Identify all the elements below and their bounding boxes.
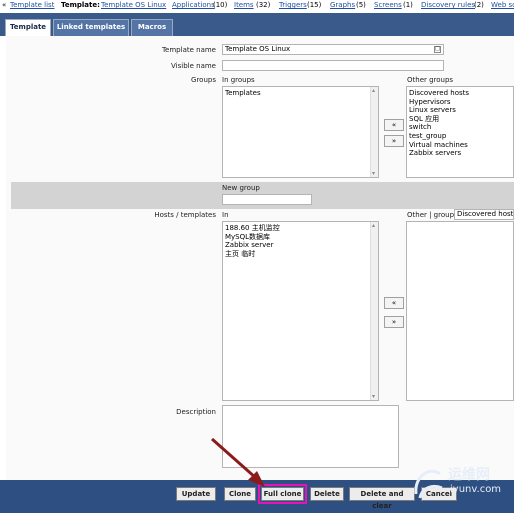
list-item[interactable]: switch [409, 123, 511, 132]
list-item[interactable]: test_group [409, 132, 511, 141]
applications-link[interactable]: Applications [172, 1, 215, 10]
list-item[interactable]: Zabbix servers [409, 149, 511, 158]
other-groups-list[interactable]: Discovered hosts Hypervisors Linux serve… [406, 86, 514, 178]
list-item[interactable]: 188.60 主机监控 [225, 224, 376, 233]
delete-and-clear-button[interactable]: Delete and clear [349, 487, 415, 510]
other-hosts-list[interactable] [406, 221, 514, 401]
move-left-button[interactable]: « [384, 119, 404, 131]
template-list-link[interactable]: Template list [10, 1, 54, 10]
groups-label: Groups [191, 76, 216, 84]
back-icon[interactable]: « [2, 1, 6, 10]
items-count: (32) [256, 1, 271, 9]
list-item[interactable]: Discovered hosts [409, 89, 511, 98]
tab-linked-templates[interactable]: Linked templates [53, 19, 129, 36]
watermark-logo: 运维网 iyunv.com [412, 462, 512, 510]
annotation-arrow [211, 438, 265, 487]
list-item[interactable]: SQL 应用 [409, 115, 511, 124]
graphs-link[interactable]: Graphs [330, 1, 355, 10]
tab-bar: Template Linked templates Macros [0, 13, 514, 36]
new-group-label: New group [222, 184, 260, 192]
template-name-link[interactable]: Template OS Linux [101, 1, 166, 10]
other-group-select[interactable]: Discovered hosts [454, 209, 514, 220]
watermark-text: 运维网 [448, 467, 490, 483]
list-item[interactable]: Zabbix server [225, 241, 376, 250]
template-label: Template: [61, 1, 100, 9]
new-group-input[interactable] [222, 194, 312, 205]
items-link[interactable]: Items [234, 1, 254, 10]
template-name-value: Template OS Linux [225, 45, 291, 53]
clone-button[interactable]: Clone [224, 487, 256, 501]
graphs-count: (5) [356, 1, 366, 9]
tab-macros[interactable]: Macros [131, 19, 173, 36]
description-label: Description [176, 408, 216, 416]
move-host-right-button[interactable]: » [384, 316, 404, 328]
other-group-label: Other | group [407, 211, 455, 219]
applications-count: (10) [213, 1, 228, 9]
in-label: In [222, 211, 229, 219]
edit-icon: □ [434, 46, 441, 53]
other-groups-label: Other groups [407, 76, 454, 84]
list-item[interactable]: Linux servers [409, 106, 511, 115]
scrollbar[interactable] [370, 222, 378, 400]
update-button[interactable]: Update [176, 487, 216, 501]
breadcrumb: « Template list Template: Template OS Li… [0, 0, 514, 11]
triggers-link[interactable]: Triggers [279, 1, 307, 10]
discovery-rules-link[interactable]: Discovery rules [421, 1, 475, 10]
in-groups-label: In groups [222, 76, 255, 84]
move-right-button[interactable]: » [384, 135, 404, 147]
hosts-in-list[interactable]: 188.60 主机监控 MySQL数据库 Zabbix server 主页 临时 [222, 221, 379, 401]
screens-count: (1) [403, 1, 413, 9]
watermark-url: iyunv.com [450, 484, 502, 495]
full-clone-button[interactable]: Full clone [258, 484, 307, 504]
move-host-left-button[interactable]: « [384, 297, 404, 309]
scrollbar[interactable] [370, 87, 378, 177]
template-name-label: Template name [161, 46, 216, 54]
list-item[interactable]: Virtual machines [409, 141, 511, 150]
hosts-templates-label: Hosts / templates [154, 211, 216, 219]
list-item[interactable]: Hypervisors [409, 98, 511, 107]
tab-template[interactable]: Template [5, 19, 51, 36]
watermark-icon [414, 469, 443, 499]
visible-name-label: Visible name [171, 62, 216, 70]
visible-name-input[interactable] [222, 60, 444, 71]
delete-button[interactable]: Delete [310, 487, 344, 501]
list-item[interactable]: Templates [225, 89, 376, 98]
in-groups-list[interactable]: Templates [222, 86, 379, 178]
list-item[interactable]: 主页 临时 [225, 250, 376, 259]
discovery-rules-count: (2) [474, 1, 484, 9]
screens-link[interactable]: Screens [374, 1, 402, 10]
triggers-count: (15) [307, 1, 322, 9]
list-item[interactable]: MySQL数据库 [225, 233, 376, 242]
template-name-input[interactable]: Template OS Linux □ [222, 44, 444, 55]
web-scenarios-link[interactable]: Web sc [491, 1, 514, 10]
